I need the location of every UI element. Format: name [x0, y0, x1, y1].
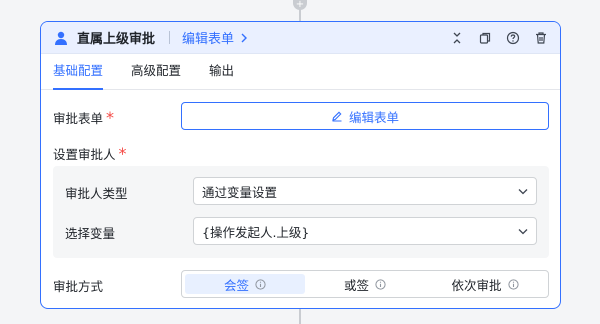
- required-mark: *: [106, 108, 115, 127]
- variable-value: {操作发起人.上级}: [202, 224, 310, 240]
- approver-row: 设置审批人 *: [53, 144, 548, 163]
- mode-option-label: 或签: [343, 277, 369, 293]
- variable-label: 选择变量: [65, 226, 116, 241]
- approver-type-value: 通过变量设置: [202, 184, 278, 200]
- info-icon[interactable]: [255, 278, 266, 290]
- header-actions: [450, 31, 548, 45]
- approval-form-label: 审批表单: [53, 111, 104, 126]
- approval-mode-label: 审批方式: [53, 279, 104, 294]
- approver-type-label: 审批人类型: [65, 186, 128, 201]
- info-icon[interactable]: [375, 278, 386, 290]
- node-title: 直属上级审批: [77, 32, 156, 47]
- collapse-icon[interactable]: [450, 31, 464, 45]
- tab-basic-config[interactable]: 基础配置: [53, 60, 104, 90]
- help-icon[interactable]: [506, 31, 520, 45]
- mode-option-label: 依次审批: [451, 277, 502, 293]
- edit-form-button[interactable]: 编辑表单: [181, 102, 549, 130]
- user-icon: [55, 31, 67, 45]
- edit-form-button-label: 编辑表单: [348, 109, 399, 125]
- edit-form-link-label: 编辑表单: [182, 32, 235, 47]
- add-node-icon[interactable]: +: [293, 0, 307, 10]
- config-tabs: 基础配置 高级配置 输出: [41, 54, 560, 90]
- edit-form-link[interactable]: 编辑表单: [182, 28, 248, 47]
- mode-option-label: 会签: [223, 277, 249, 293]
- edit-icon: [332, 111, 342, 122]
- required-mark: *: [118, 144, 127, 163]
- variable-select[interactable]: {操作发起人.上级}: [193, 217, 537, 245]
- chevron-down-icon: [518, 188, 528, 194]
- approval-mode-segmented: 会签 或签 依次审批: [181, 270, 549, 298]
- approver-label: 设置审批人: [53, 147, 116, 162]
- tab-output[interactable]: 输出: [209, 60, 234, 89]
- mode-option-sequential[interactable]: 依次审批: [425, 274, 545, 294]
- approval-node-card: 直属上级审批 编辑表单 基础配置 高级配置 输出 审批表单 * 编辑表单 设置审…: [40, 21, 561, 309]
- chevron-down-icon: [518, 228, 528, 234]
- approver-type-select[interactable]: 通过变量设置: [193, 177, 537, 205]
- chevron-right-icon: [241, 33, 248, 42]
- info-icon[interactable]: [507, 278, 519, 290]
- copy-icon[interactable]: [478, 31, 492, 45]
- approver-settings-panel: 审批人类型 通过变量设置 选择变量 {操作发起人.上级}: [53, 166, 549, 258]
- mode-option-or-sign[interactable]: 或签: [305, 274, 425, 294]
- delete-icon[interactable]: [534, 31, 548, 45]
- mode-option-countersign[interactable]: 会签: [185, 274, 305, 294]
- tab-advanced-config[interactable]: 高级配置: [131, 60, 181, 89]
- header-divider: [169, 31, 171, 44]
- node-header: 直属上级审批 编辑表单: [41, 22, 560, 54]
